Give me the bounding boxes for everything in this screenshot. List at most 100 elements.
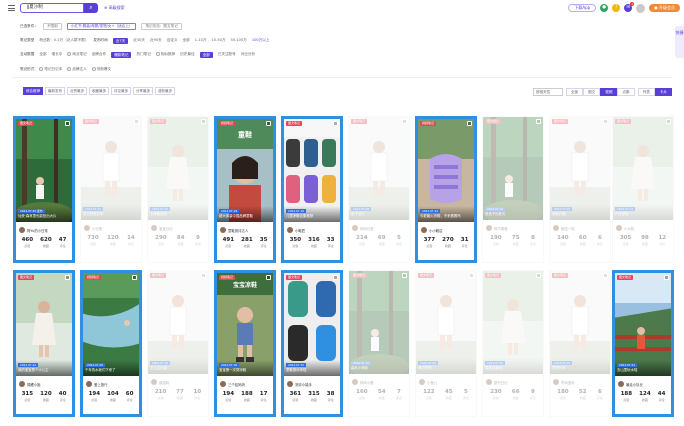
note-card[interactable]: 视频笔记 2024.07.20 千年的水我们下来了 爱上旅行 194 点赞 104 收藏 60 评… xyxy=(80,270,142,417)
note-thumbnail[interactable]: 图文笔记 2024.07.10 森系小清新 xyxy=(349,271,409,374)
note-card[interactable]: 图文笔记 2024.07.10 森系小清新 林间小鹿 160 点赞 54 收藏 7 评论 xyxy=(348,270,410,417)
copy-icon[interactable] xyxy=(65,121,70,126)
search-input[interactable]: ǁ夏沙制 xyxy=(20,3,84,13)
note-card[interactable]: 图文笔记 2024.07.09 海边穿搭 小鱼儿 122 点赞 45 收藏 5 评论 xyxy=(415,270,477,417)
filter-chip[interactable]: 小红书·服装/母婴/宠物/女+（适合上） xyxy=(66,23,137,30)
copy-icon[interactable] xyxy=(402,119,407,124)
search-button[interactable]: ⌕ xyxy=(84,3,98,13)
user-avatar[interactable] xyxy=(636,3,646,13)
author-row[interactable]: 妈妈日常 xyxy=(349,222,409,234)
note-card[interactable]: 图文笔记 2024.07.14 小公主出街 甜甜妈 210 点赞 77 收藏 10 评论 xyxy=(147,270,209,417)
note-card[interactable]: 童鞋 视频笔记 2024.07.19 超大体量中国品牌童鞋 童鞋测评达人 491 点赞 281… xyxy=(214,116,276,263)
filter-option[interactable]: 品牌合作 xyxy=(92,52,106,57)
layout-card-option[interactable]: 卡片 xyxy=(654,87,672,96)
author-row[interactable]: 阿Yu的小日常 xyxy=(16,224,72,236)
filter-option-active[interactable]: 近7天 xyxy=(112,37,129,44)
author-row[interactable]: 童鞋测评达人 xyxy=(217,224,273,236)
note-thumbnail[interactable]: 图文笔记 2024.07.05 凉鞋开箱 xyxy=(550,117,610,220)
note-card[interactable]: 图文笔记 2024.07.16 儿童凉鞋合集推荐 小鞋匠 350 点赞 316 收藏 33 评论 xyxy=(281,116,343,263)
note-card[interactable]: 图文笔记 2024.07.11 夏日穿搭分享 小可爱 730 点赞 120 收藏 14 评论 xyxy=(80,116,142,263)
note-thumbnail[interactable]: 图文笔记 2024.07.03 户外穿搭 xyxy=(613,117,673,220)
filter-option[interactable]: 相似推荐 xyxy=(155,52,175,57)
filter-option[interactable]: 商业笔记 xyxy=(67,52,87,57)
filter-chip[interactable]: 笔记形态：图文笔记 xyxy=(141,23,182,30)
author-row[interactable]: 测评小能手 xyxy=(284,378,340,390)
note-thumbnail[interactable]: 图文笔记 2024.07.04 穿搭分享 xyxy=(550,271,610,374)
filter-option[interactable]: 自定义 xyxy=(167,38,178,43)
copy-icon[interactable] xyxy=(603,119,608,124)
filter-option[interactable]: 已关注账号 xyxy=(218,52,236,57)
note-thumbnail[interactable]: 图文笔记 2024.07.26 发布 仙侠·森林里也能拍出大片 xyxy=(16,119,72,222)
note-card[interactable]: 视频笔记 2024.07.24 今夏最火凉鞋，不来看看吗 小小鞋店 377 点赞 270 收藏… xyxy=(415,116,477,263)
filter-option[interactable]: 1-10万 xyxy=(195,38,207,43)
note-card[interactable]: 图文笔记 2024.07.06 周末出游记 旅行日记 230 点赞 66 收藏 9 评论 xyxy=(482,270,544,417)
filter-option[interactable]: 近30天 xyxy=(133,38,145,43)
copy-icon[interactable] xyxy=(666,119,671,124)
notification-icon[interactable]: ✉ 1 xyxy=(624,2,635,12)
note-thumbnail[interactable]: 童鞋 视频笔记 2024.07.19 超大体量中国品牌童鞋 xyxy=(217,119,273,222)
tab-recommended[interactable]: 综合推荐 xyxy=(23,87,43,95)
note-card[interactable]: 图文笔记 2024.07.12 男孩子的夏天 阿牛爸爸 190 点赞 75 收藏 8 评论 xyxy=(482,116,544,263)
tab-latest[interactable]: 最新发布 xyxy=(45,87,65,95)
type-option[interactable]: 图文 xyxy=(583,87,601,96)
service-icon[interactable]: ● xyxy=(600,4,609,12)
menu-icon[interactable] xyxy=(8,5,15,11)
filter-option[interactable]: 50-100万 xyxy=(231,38,247,43)
author-row[interactable]: 小鞋匠 xyxy=(284,224,340,236)
copy-icon[interactable] xyxy=(469,273,474,278)
author-row[interactable]: 宝宝日记 xyxy=(148,222,208,234)
note-thumbnail[interactable]: 图文笔记 2024.07.14 小公主出街 xyxy=(148,271,208,374)
author-row[interactable]: 爱上旅行 xyxy=(83,378,139,390)
note-thumbnail[interactable]: 图文笔记 2024.07.02 小清新出游 xyxy=(148,117,208,220)
note-thumbnail[interactable]: 宝宝凉鞋 视频笔记 2024.07.18 宝宝第一次穿凉鞋 xyxy=(217,273,273,376)
copy-icon[interactable] xyxy=(333,275,338,280)
author-row[interactable]: 锦鲤小姐 xyxy=(16,378,72,390)
author-row[interactable]: 阿牛爸爸 xyxy=(483,222,543,234)
filter-option[interactable]: 增长中 xyxy=(52,52,63,57)
author-row[interactable]: 鞋控一枚 xyxy=(550,222,610,234)
note-card[interactable]: 图文笔记 2024.07.21 去山里玩水啦 暴走小队长 188 点赞 124 收藏 44 评论 xyxy=(612,270,674,417)
author-row[interactable]: 小可爱 xyxy=(81,222,141,234)
copy-icon[interactable] xyxy=(333,121,338,126)
author-row[interactable]: 时尚宝妈 xyxy=(550,376,610,388)
author-row[interactable]: 甜甜妈 xyxy=(148,376,208,388)
author-row[interactable]: 小小鞋店 xyxy=(418,224,474,236)
filter-option[interactable]: 全部 xyxy=(39,52,46,57)
filter-chip[interactable]: 不限制 xyxy=(42,23,62,30)
sort-select[interactable]: 按相关性 xyxy=(532,87,563,96)
author-row[interactable]: 旅行日记 xyxy=(483,376,543,388)
note-thumbnail[interactable]: 图文笔记 2024.07.09 海边穿搭 xyxy=(416,271,476,374)
tab-most-shares[interactable]: 分享最多 xyxy=(133,87,153,95)
copy-icon[interactable] xyxy=(65,275,70,280)
tab-most-collects[interactable]: 收藏最多 xyxy=(89,87,109,95)
layout-list-option[interactable]: 列表 xyxy=(637,87,655,96)
copy-icon[interactable] xyxy=(134,119,139,124)
author-row[interactable]: 暴走小队长 xyxy=(615,378,671,390)
note-card[interactable]: 宝宝凉鞋 视频笔记 2024.07.18 宝宝第一次穿凉鞋 三个娃妈妈 194 点赞 188 收… xyxy=(214,270,276,417)
copy-icon[interactable] xyxy=(467,121,472,126)
copy-icon[interactable] xyxy=(132,275,137,280)
filter-option[interactable]: 对比分析 xyxy=(241,52,255,57)
author-row[interactable]: 林间小鹿 xyxy=(349,376,409,388)
note-card[interactable]: 图文笔记 2024.07.04 穿搭分享 时尚宝妈 180 点赞 52 收藏 6 评论 xyxy=(549,270,611,417)
tab-most-likes[interactable]: 点赞最多 xyxy=(67,87,87,95)
filter-option[interactable]: 近90天 xyxy=(150,38,162,43)
filter-option-active[interactable]: 全部 xyxy=(199,51,213,58)
copy-icon[interactable] xyxy=(402,273,407,278)
author-row[interactable]: 三个娃妈妈 xyxy=(217,378,273,390)
filter-option[interactable]: 低粉爆文 xyxy=(91,67,111,72)
filter-option[interactable]: 粉丝数：0-1万（泛人群不限） xyxy=(39,38,88,43)
note-thumbnail[interactable]: 视频笔记 2024.07.24 今夏最火凉鞋，不来看看吗 xyxy=(418,119,474,222)
note-thumbnail[interactable]: 图文笔记 2024.07.16 儿童凉鞋合集推荐 xyxy=(284,119,340,222)
side-quick-panel[interactable]: 快捷 xyxy=(675,26,684,58)
filter-option[interactable]: 热门笔记 xyxy=(136,52,150,57)
copy-icon[interactable] xyxy=(664,275,669,280)
filter-option[interactable]: 品牌达人 xyxy=(67,67,87,72)
note-card[interactable]: 图文笔记 2024.07.03 户外穿搭 小太阳 305 点赞 98 收藏 12 评论 xyxy=(612,116,674,263)
filter-option[interactable]: 全部 xyxy=(183,38,190,43)
note-thumbnail[interactable]: 图文笔记 2024.07.11 夏日穿搭分享 xyxy=(81,117,141,220)
note-card[interactable]: 图文笔记 2024.07.26 发布 仙侠·森林里也能拍出大片 阿Yu的小日常 460 点… xyxy=(13,116,75,263)
note-thumbnail[interactable]: 图文笔记 2024.07.21 去山里玩水啦 xyxy=(615,273,671,376)
note-thumbnail[interactable]: 图文笔记 2024.07.08 亲子出行 xyxy=(349,117,409,220)
type-option-active[interactable]: 视频 xyxy=(600,87,618,96)
